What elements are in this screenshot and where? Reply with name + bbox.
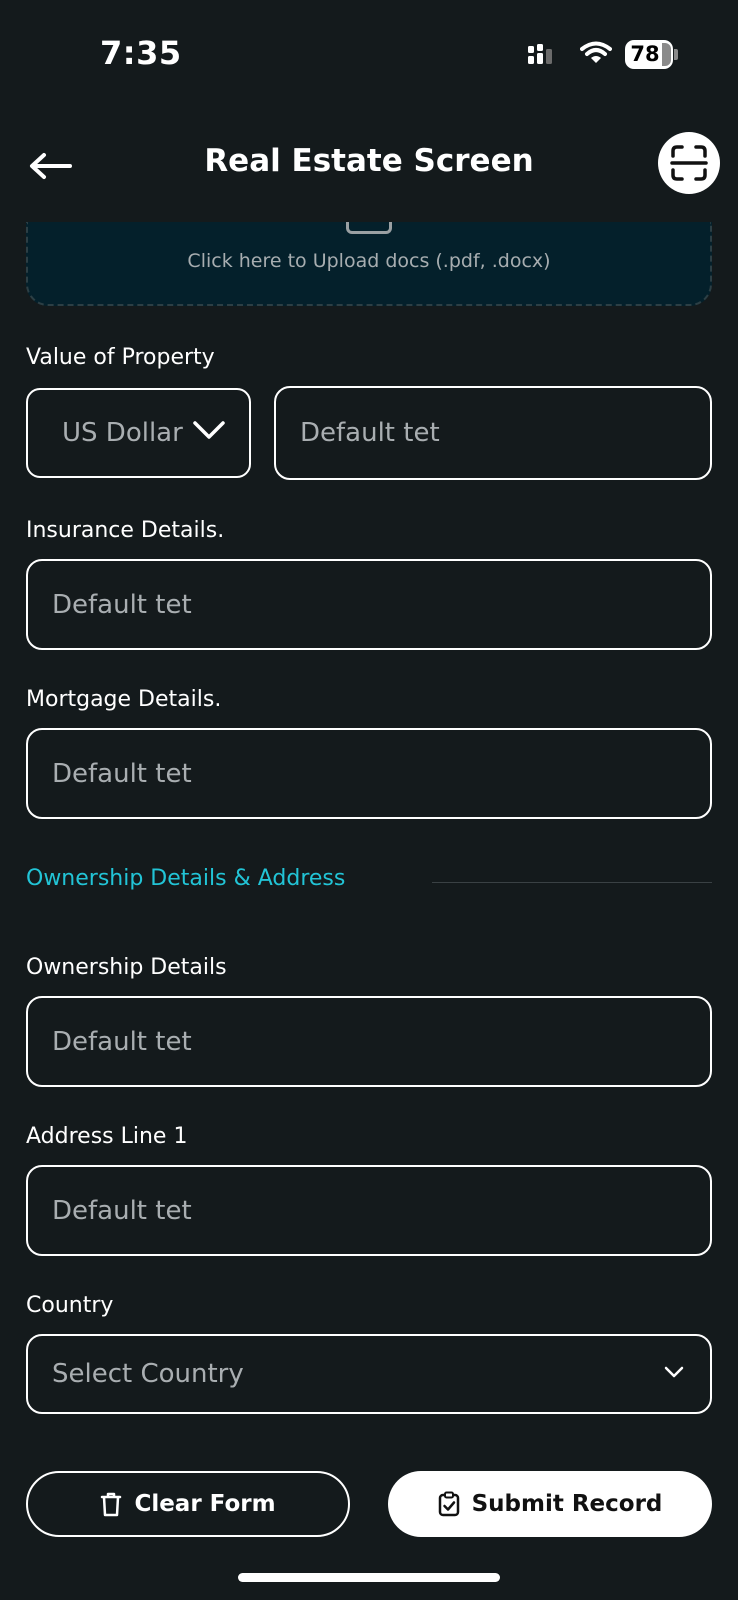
submit-record-button[interactable]: Submit Record [388, 1471, 712, 1537]
status-time: 7:35 [100, 34, 182, 72]
mortgage-details-placeholder: Default tet [52, 758, 192, 789]
country-label: Country [26, 1293, 114, 1318]
wifi-icon [580, 41, 612, 63]
insurance-details-input[interactable]: Default tet [26, 559, 712, 650]
clear-form-label: Clear Form [134, 1491, 276, 1517]
scan-icon [670, 145, 708, 181]
country-placeholder: Select Country [52, 1359, 244, 1389]
clear-form-button[interactable]: Clear Form [26, 1471, 350, 1537]
property-value-placeholder: Default tet [300, 418, 440, 448]
home-indicator[interactable] [238, 1573, 500, 1582]
upload-hint-text: Click here to Upload docs (.pdf, .docx) [187, 250, 551, 272]
scan-button[interactable] [658, 132, 720, 194]
country-chevron-down-icon [664, 1366, 684, 1378]
upload-icon [346, 222, 392, 234]
address-line-1-placeholder: Default tet [52, 1195, 192, 1226]
ownership-details-placeholder: Default tet [52, 1026, 192, 1057]
chevron-down-icon [193, 421, 225, 439]
section-title: Ownership Details & Address [26, 866, 346, 891]
submit-record-label: Submit Record [471, 1491, 663, 1517]
ownership-details-input[interactable]: Default tet [26, 996, 712, 1087]
mortgage-details-input[interactable]: Default tet [26, 728, 712, 819]
insurance-details-placeholder: Default tet [52, 589, 192, 620]
mortgage-details-label: Mortgage Details. [26, 687, 222, 712]
insurance-details-label: Insurance Details. [26, 518, 225, 543]
address-line-1-input[interactable]: Default tet [26, 1165, 712, 1256]
value-of-property-label: Value of Property [26, 345, 215, 370]
ownership-details-label: Ownership Details [26, 955, 227, 980]
currency-value: US Dollar [62, 418, 183, 448]
property-value-input[interactable]: Default tet [274, 386, 712, 480]
country-select[interactable]: Select Country [26, 1334, 712, 1414]
signal-icon [528, 44, 552, 64]
trash-icon [101, 1492, 122, 1517]
page-title: Real Estate Screen [204, 143, 534, 179]
section-divider [432, 882, 712, 883]
battery-level: 78 [630, 42, 660, 66]
address-line-1-label: Address Line 1 [26, 1124, 188, 1149]
clipboard-check-icon [438, 1491, 459, 1517]
battery-cap [674, 49, 678, 60]
